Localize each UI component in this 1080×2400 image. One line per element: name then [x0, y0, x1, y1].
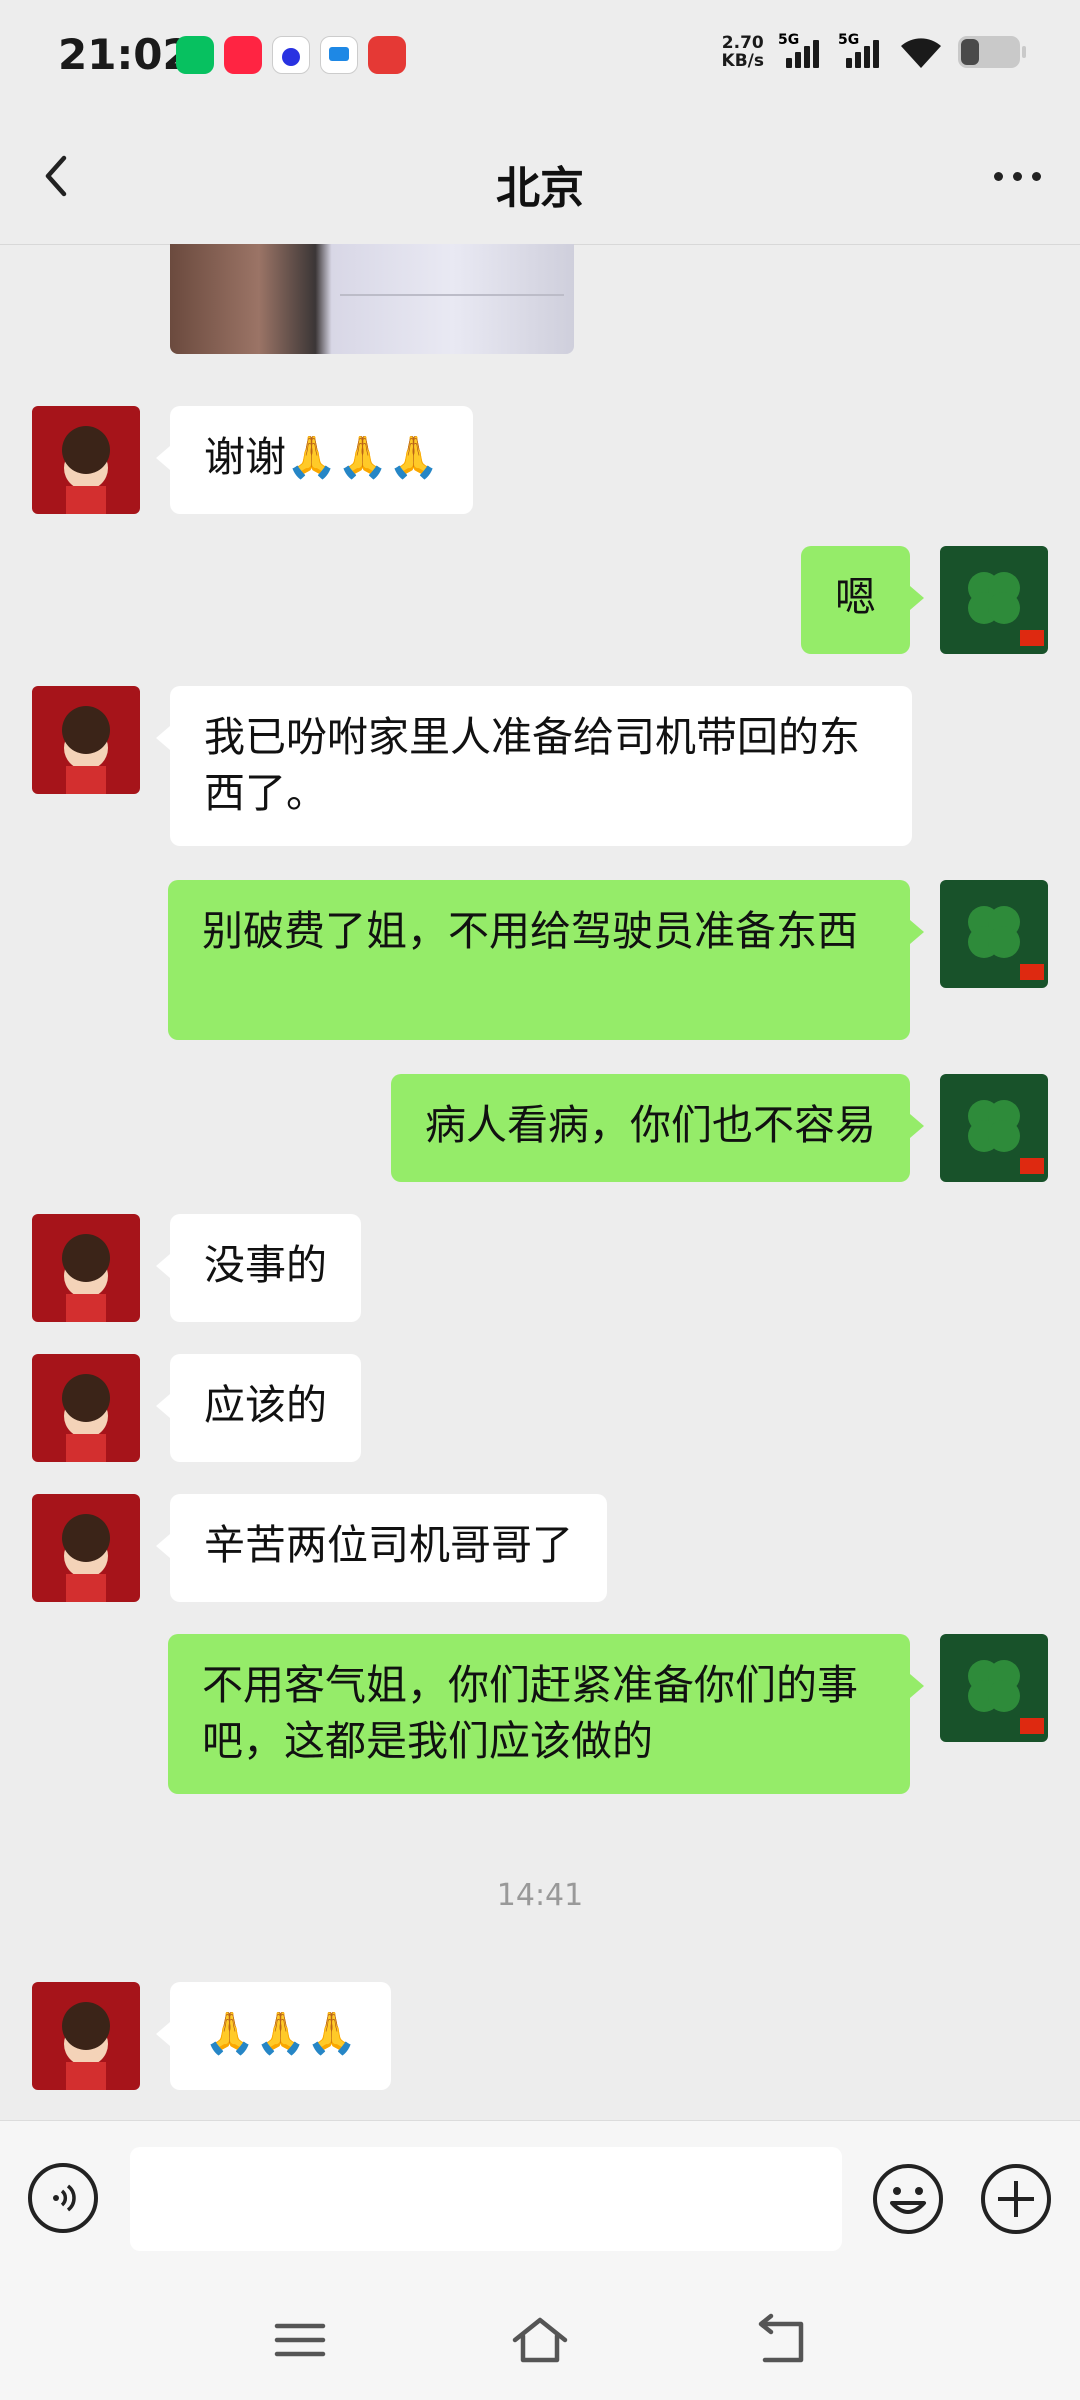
voice-input-button[interactable] [28, 2163, 98, 2233]
more-dot [1031, 171, 1041, 181]
return-icon [758, 2313, 804, 2363]
message-bubble[interactable]: 别破费了姐，不用给驾驶员准备东西 [168, 880, 924, 1040]
baidu-icon [272, 36, 310, 74]
more-button[interactable] [982, 146, 1052, 206]
emoji-icon [873, 2164, 943, 2234]
menu-icon [274, 2323, 326, 2357]
contact-avatar[interactable] [32, 406, 140, 514]
message-bubble[interactable]: 谢谢🙏🙏🙏 [155, 406, 474, 514]
message-bubble[interactable]: 应该的 [156, 1354, 361, 1462]
signal-icon: 5G [778, 32, 824, 68]
wechat-icon [176, 36, 214, 74]
contact-avatar[interactable] [32, 1494, 140, 1602]
emoji-button[interactable] [872, 2163, 944, 2235]
message-bubble[interactable]: 🙏🙏🙏 [155, 1982, 392, 2090]
message-list[interactable]: 谢谢🙏🙏🙏 嗯 我已吩咐家里人准备给司机带回的东西了。 别破费了姐，不用给驾驶员… [0, 244, 1080, 2120]
message-bubble[interactable]: 我已吩咐家里人准备给司机带回的东西了。 [156, 686, 912, 846]
voice-icon [53, 2184, 76, 2212]
message-bubble[interactable]: 嗯 [801, 546, 924, 654]
system-navigation-bar [0, 2280, 1080, 2400]
status-bar: 21:02 2.70 KB/s 5G 5G [0, 0, 1080, 110]
message-bubble[interactable]: 没事的 [156, 1214, 361, 1322]
more-dot [1012, 171, 1022, 181]
menu-button[interactable] [265, 2310, 335, 2370]
message-input[interactable] [130, 2147, 842, 2251]
self-avatar[interactable] [940, 546, 1048, 654]
contact-avatar[interactable] [32, 686, 140, 794]
contact-avatar[interactable] [32, 1354, 140, 1462]
network-speed-value: 2.70 [721, 33, 764, 53]
app-icon [320, 36, 358, 74]
input-bar [0, 2120, 1080, 2281]
time-separator: 14:41 [496, 1878, 584, 1913]
chat-header: 北京 [0, 110, 1080, 245]
xiaohongshu-icon [224, 36, 262, 74]
signal-icon: 5G [838, 32, 884, 68]
home-button[interactable] [505, 2310, 575, 2370]
back-nav-button[interactable] [745, 2310, 815, 2370]
status-time: 21:02 [58, 30, 192, 79]
more-dot [993, 171, 1003, 181]
signal2-label: 5G [838, 32, 860, 48]
chat-title: 北京 [496, 163, 584, 214]
wifi-icon [901, 38, 941, 68]
contact-avatar[interactable] [32, 1214, 140, 1322]
home-icon [512, 2317, 568, 2363]
signal1-label: 5G [778, 32, 800, 48]
self-avatar[interactable] [940, 1074, 1048, 1182]
message-bubble[interactable]: 病人看病，你们也不容易 [391, 1074, 924, 1182]
more-functions-button[interactable] [980, 2163, 1052, 2235]
self-avatar[interactable] [940, 1634, 1048, 1742]
message-bubble[interactable]: 不用客气姐，你们赶紧准备你们的事吧，这都是我们应该做的 [168, 1634, 924, 1794]
plus-icon [981, 2164, 1051, 2234]
image-message[interactable] [170, 244, 574, 354]
contact-avatar[interactable] [32, 1982, 140, 2090]
network-speed-unit: KB/s [721, 51, 764, 71]
self-avatar[interactable] [940, 880, 1048, 988]
message-bubble[interactable]: 辛苦两位司机哥哥了 [156, 1494, 607, 1602]
battery-icon [958, 36, 1026, 68]
notification-icons [176, 36, 406, 74]
game-icon [368, 36, 406, 74]
network-speed: 2.70 KB/s [722, 34, 764, 70]
